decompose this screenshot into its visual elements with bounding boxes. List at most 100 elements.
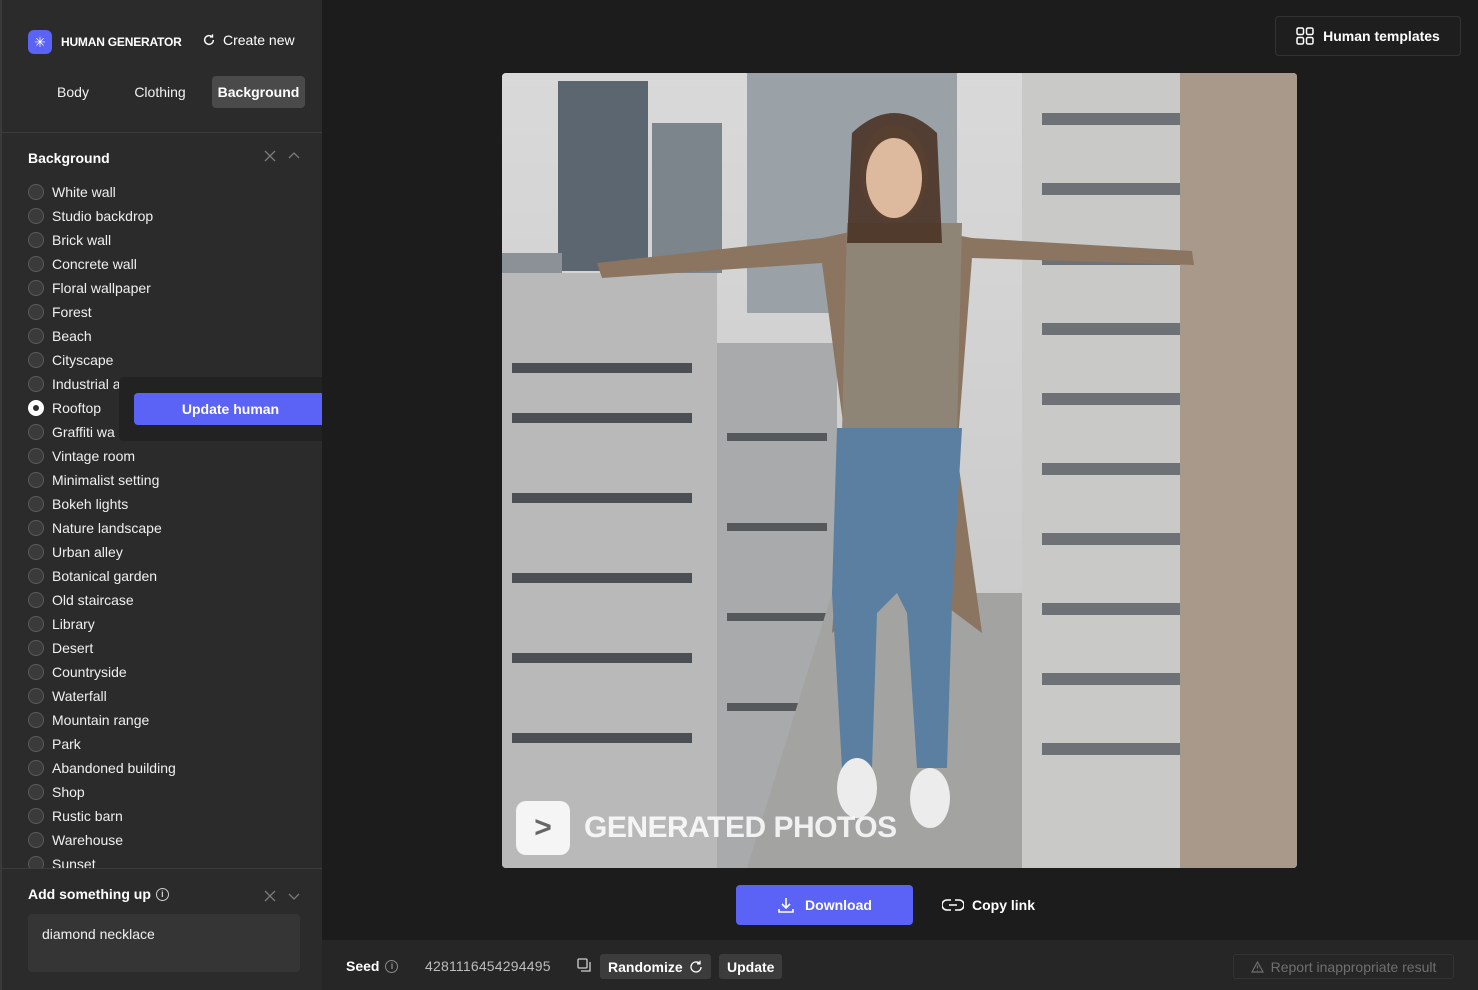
background-option[interactable]: Botanical garden	[28, 564, 308, 588]
background-option[interactable]: Brick wall	[28, 228, 308, 252]
background-option[interactable]: Library	[28, 612, 308, 636]
download-button[interactable]: Download	[736, 885, 913, 925]
seed-label-text: Seed	[346, 958, 380, 974]
radio-icon[interactable]	[28, 328, 44, 344]
background-option[interactable]: Waterfall	[28, 684, 308, 708]
background-option[interactable]: Cityscape	[28, 348, 308, 372]
radio-icon[interactable]	[28, 688, 44, 704]
radio-icon[interactable]	[28, 448, 44, 464]
background-option[interactable]: Studio backdrop	[28, 204, 308, 228]
background-option[interactable]: Desert	[28, 636, 308, 660]
background-option[interactable]: Concrete wall	[28, 252, 308, 276]
background-option-label: Park	[52, 736, 81, 752]
radio-icon[interactable]	[28, 232, 44, 248]
radio-icon[interactable]	[28, 256, 44, 272]
radio-icon[interactable]	[28, 496, 44, 512]
radio-icon[interactable]	[28, 616, 44, 632]
report-label: Report inappropriate result	[1270, 958, 1437, 975]
copy-link-button[interactable]: Copy link	[942, 885, 1035, 925]
radio-icon[interactable]	[28, 304, 44, 320]
tab-body[interactable]: Body	[42, 76, 104, 108]
seed-value[interactable]: 4281116454294495	[425, 958, 551, 974]
info-icon[interactable]: i	[385, 959, 399, 973]
background-option-label: Beach	[52, 328, 92, 344]
background-option[interactable]: Forest	[28, 300, 308, 324]
radio-icon[interactable]	[28, 760, 44, 776]
radio-icon[interactable]	[28, 712, 44, 728]
background-option[interactable]: White wall	[28, 180, 308, 204]
background-option[interactable]: Rustic barn	[28, 804, 308, 828]
update-button[interactable]: Update	[719, 954, 783, 979]
radio-icon[interactable]	[28, 832, 44, 848]
radio-checked-icon[interactable]	[28, 400, 44, 416]
radio-icon[interactable]	[28, 424, 44, 440]
report-button[interactable]: Report inappropriate result	[1233, 954, 1454, 979]
tab-background[interactable]: Background	[212, 76, 305, 108]
background-option[interactable]: Bokeh lights	[28, 492, 308, 516]
tab-clothing[interactable]: Clothing	[116, 76, 204, 108]
background-options: White wall Studio backdrop Brick wall Concr…	[28, 180, 308, 868]
background-option-label: White wall	[52, 184, 116, 200]
radio-icon[interactable]	[28, 352, 44, 368]
background-option-label: Abandoned building	[52, 760, 176, 776]
background-option[interactable]: Countryside	[28, 660, 308, 684]
add-something-section: Add something up i diamond necklace	[28, 886, 308, 972]
radio-icon[interactable]	[28, 856, 44, 868]
radio-icon[interactable]	[28, 784, 44, 800]
chevron-down-icon[interactable]	[288, 890, 300, 902]
radio-icon[interactable]	[28, 376, 44, 392]
background-option-label: Cityscape	[52, 352, 114, 368]
background-option[interactable]: Beach	[28, 324, 308, 348]
background-option[interactable]: Nature landscape	[28, 516, 308, 540]
background-option[interactable]: Vintage room	[28, 444, 308, 468]
brand-name: HUMAN GENERATOR	[61, 35, 182, 49]
background-option[interactable]: Warehouse	[28, 828, 308, 852]
radio-icon[interactable]	[28, 208, 44, 224]
copy-icon[interactable]	[577, 958, 591, 972]
background-option[interactable]: Mountain range	[28, 708, 308, 732]
update-human-button[interactable]: Update human	[134, 393, 327, 425]
close-icon[interactable]	[264, 150, 276, 162]
radio-icon[interactable]	[28, 472, 44, 488]
radio-icon[interactable]	[28, 184, 44, 200]
background-option-label: Rooftop	[52, 400, 102, 416]
radio-icon[interactable]	[28, 520, 44, 536]
human-templates-label: Human templates	[1323, 28, 1440, 44]
download-label: Download	[805, 897, 872, 913]
radio-icon[interactable]	[28, 280, 44, 296]
background-option[interactable]: Minimalist setting	[28, 468, 308, 492]
background-option[interactable]: Park	[28, 732, 308, 756]
info-icon[interactable]: i	[155, 887, 169, 901]
background-option[interactable]: Floral wallpaper	[28, 276, 308, 300]
radio-icon[interactable]	[28, 544, 44, 560]
warning-icon	[1250, 960, 1264, 973]
brand[interactable]: ✳ HUMAN GENERATOR	[28, 30, 182, 54]
sparkle-icon: ✳	[28, 30, 52, 54]
download-icon	[778, 898, 794, 913]
radio-icon[interactable]	[28, 664, 44, 680]
radio-icon[interactable]	[28, 736, 44, 752]
background-option-label: Waterfall	[52, 688, 107, 704]
background-option-label: Sunset	[52, 856, 96, 868]
background-option-label: Countryside	[52, 664, 127, 680]
radio-icon[interactable]	[28, 592, 44, 608]
chevron-up-icon[interactable]	[288, 150, 300, 162]
background-option[interactable]: Old staircase	[28, 588, 308, 612]
close-icon[interactable]	[264, 890, 276, 902]
add-something-input[interactable]: diamond necklace	[28, 914, 300, 972]
background-option[interactable]: Urban alley	[28, 540, 308, 564]
create-new-button[interactable]: Create new	[202, 32, 295, 48]
human-templates-button[interactable]: Human templates	[1275, 16, 1461, 56]
radio-icon[interactable]	[28, 568, 44, 584]
create-new-label: Create new	[223, 32, 295, 48]
background-option[interactable]: Abandoned building	[28, 756, 308, 780]
randomize-button[interactable]: Randomize	[600, 954, 711, 979]
radio-icon[interactable]	[28, 808, 44, 824]
divider	[2, 132, 324, 133]
background-option-label: Nature landscape	[52, 520, 162, 536]
grid-icon	[1296, 27, 1314, 45]
background-option-label: Brick wall	[52, 232, 112, 248]
radio-icon[interactable]	[28, 640, 44, 656]
background-option[interactable]: Sunset	[28, 852, 308, 868]
background-option[interactable]: Shop	[28, 780, 308, 804]
